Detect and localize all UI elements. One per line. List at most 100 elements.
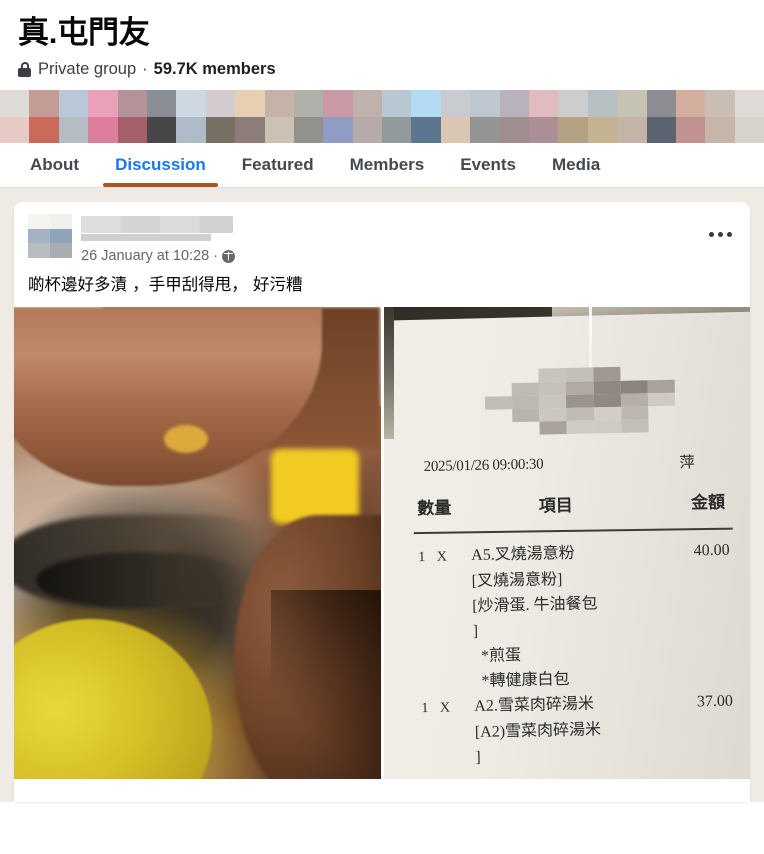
redaction-pixel [537,368,566,383]
group-cover-photo[interactable] [0,90,764,143]
redaction-pixel [648,419,676,433]
meta-separator: · [142,60,148,78]
redaction-pixel [593,406,621,421]
receipt-photo[interactable]: 2025/01/26 09:00:30 萍 數量 項目 金額 1 X A5.叉燒湯… [383,307,750,779]
cover-pixel [117,116,147,143]
cup-shadow [270,590,381,779]
redaction-pixel [565,367,593,382]
avatar-pixel [28,228,50,244]
group-nav-tabs: About Discussion Featured Members Events Medi… [0,143,764,188]
redaction-pixel [485,422,512,436]
more-options-icon[interactable] [702,216,738,252]
avatar-pixel [50,214,72,229]
post-header: 26 January at 10:28 · [14,202,750,264]
cover-pixel [323,116,353,143]
tab-discussion[interactable]: Discussion [97,143,224,187]
avatar[interactable] [28,214,72,258]
cover-pixel [734,90,764,117]
receipt-line-items: 1 X A5.叉燒湯意粉 40.00 [叉燒湯意粉] [炒滑蛋. 牛油餐包] *煎蛋 *轉健… [384,537,750,772]
cover-pixel [88,90,118,117]
avatar-pixel [28,243,50,258]
receipt-item-qty: 1 X [417,549,451,565]
cover-pixel [558,116,588,143]
cover-pixel [352,90,383,117]
post-photo-grid: 2025/01/26 09:00:30 萍 數量 項目 金額 1 X A5.叉燒湯… [14,307,750,779]
redaction-pixel [593,420,621,434]
cover-pixel [499,90,530,117]
group-title: 真.屯門友 [18,15,150,50]
redaction-pixel [647,379,675,394]
receipt-item-name: A2.雪菜肉碎湯米 [473,695,594,715]
post-card: 26 January at 10:28 · 啲杯邊好多漬 ，手甲刮得甩， 好污糟 [14,202,750,802]
cover-pixel-row [0,90,764,117]
cover-pixel [734,116,764,143]
yellow-object [270,448,359,525]
redaction-pixel [620,419,649,434]
receipt-col-item: 項目 [538,495,573,516]
cover-pixel [617,90,647,117]
redaction-pixel [538,421,567,435]
dirty-cup-photo[interactable] [14,307,381,779]
redaction-pixel [566,420,594,435]
avatar-pixel [50,228,72,244]
tab-about[interactable]: About [12,143,97,187]
cover-pixel [617,116,647,143]
facebook-group-page: 真.屯門友 Private group · 59.7K members Abou… [0,0,764,854]
receipt-col-qty: 數量 [416,498,451,519]
cover-pixel [0,90,30,117]
post-text: 啲杯邊好多漬 ，手甲刮得甩， 好污糟 [28,275,303,294]
cover-pixel [470,116,500,143]
cover-pixel [293,90,324,117]
redaction-pixel [647,366,675,380]
tab-featured[interactable]: Featured [224,143,332,187]
post-meta-separator: · [213,248,219,264]
author-name-redacted [81,216,233,233]
redaction-pixel [538,381,566,396]
redaction-pixel [648,406,676,420]
redaction-pixel [565,394,594,408]
post-meta: 26 January at 10:28 · [81,248,736,264]
avatar-pixel [28,214,50,229]
lock-icon [18,61,31,77]
tab-members[interactable]: Members [332,143,443,187]
redaction-pixel [483,370,510,384]
cover-pixel [440,90,471,117]
cover-pixel [235,90,265,117]
cover-pixel [293,116,324,143]
redaction-pixel [511,408,539,423]
cover-pixel [646,90,676,117]
cover-pixel [117,90,147,117]
tab-media[interactable]: Media [534,143,618,187]
cover-pixel [529,116,559,143]
avatar-pixel [50,243,72,258]
receipt-server-name: 萍 [678,454,695,472]
cover-pixel [176,90,206,117]
redaction-pixel [538,407,567,422]
redaction-pixel [620,393,648,407]
cover-pixel [205,116,236,143]
redaction-pixel [484,383,511,397]
cover-pixel [382,90,412,117]
cover-pixel [705,90,735,117]
cover-pixel [352,116,383,143]
cover-pixel [587,116,618,143]
receipt-item-amount: 37.00 [696,692,733,710]
post-author-block: 26 January at 10:28 · [81,214,736,264]
receipt-item-amount: 40.00 [693,541,730,559]
redaction-pixel [592,380,621,395]
redaction-pixel [511,369,538,383]
redaction-pixel [484,409,511,423]
cover-pixel [675,116,706,143]
tab-events[interactable]: Events [442,143,534,187]
cover-pixel-row [0,116,764,143]
group-header: 真.屯門友 Private group · 59.7K members [0,0,764,80]
redaction-pixel [592,367,620,381]
cover-pixel [705,116,735,143]
cover-pixel [323,90,353,117]
receipt-item-qty: 1 X [420,700,454,716]
post-timestamp[interactable]: 26 January at 10:28 [81,248,209,264]
cover-pixel [499,116,530,143]
redaction-pixel [510,382,539,396]
receipt-item-detail: ] [474,748,481,766]
group-member-count[interactable]: 59.7K members [154,58,276,80]
